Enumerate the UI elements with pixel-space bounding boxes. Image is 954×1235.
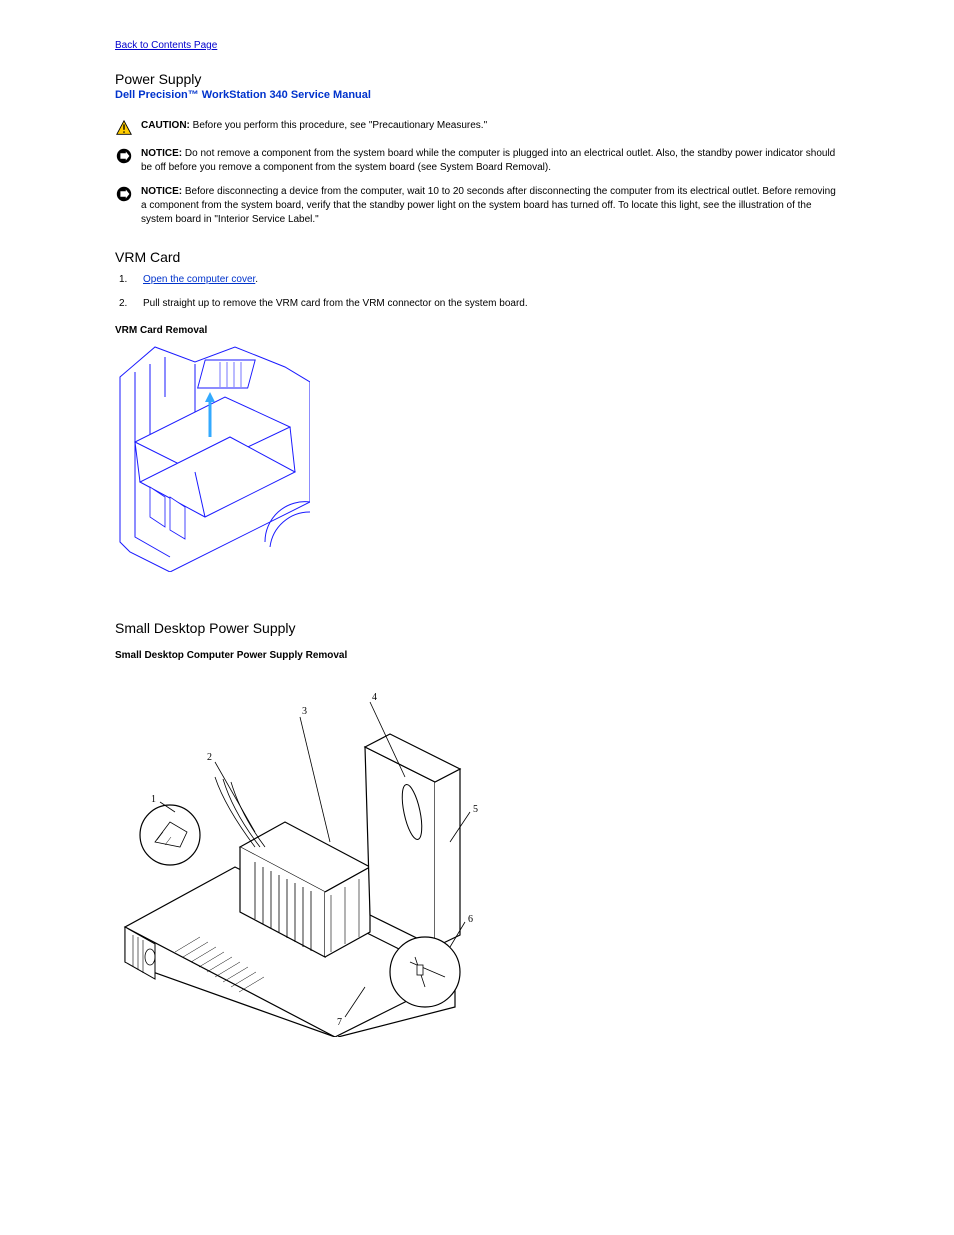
- svg-text:5: 5: [473, 804, 478, 815]
- sdps-section-title: Small Desktop Power Supply: [115, 620, 839, 636]
- notice1-label: NOTICE:: [141, 148, 182, 159]
- svg-text:7: 7: [337, 1017, 342, 1028]
- vrm-figure-caption: VRM Card Removal: [115, 325, 839, 336]
- caution-row: CAUTION: Before you perform this procedu…: [115, 119, 839, 137]
- svg-text:4: 4: [372, 692, 377, 703]
- caution-label: CAUTION:: [141, 120, 190, 131]
- step1-post: .: [255, 274, 258, 285]
- svg-text:3: 3: [302, 706, 307, 717]
- step-number: 2.: [119, 297, 127, 311]
- list-item: 2. Pull straight up to remove the VRM ca…: [115, 297, 839, 311]
- page-title: Power Supply: [115, 71, 839, 87]
- notice2-label: NOTICE:: [141, 186, 182, 197]
- sdps-figure-caption: Small Desktop Computer Power Supply Remo…: [115, 650, 839, 661]
- notice1-text: NOTICE: Do not remove a component from t…: [141, 147, 839, 175]
- svg-text:6: 6: [468, 914, 473, 925]
- sdps-diagram: 1 2 3 4 5 6 7: [115, 667, 485, 1037]
- caution-text: CAUTION: Before you perform this procedu…: [141, 119, 487, 133]
- notice1-row: NOTICE: Do not remove a component from t…: [115, 147, 839, 175]
- step2-text: Pull straight up to remove the VRM card …: [143, 298, 528, 309]
- notice2-row: NOTICE: Before disconnecting a device fr…: [115, 185, 839, 227]
- notice1-body: Do not remove a component from the syste…: [141, 148, 835, 173]
- open-cover-link[interactable]: Open the computer cover: [143, 274, 255, 285]
- vrm-diagram: [115, 342, 310, 572]
- notice-icon: [115, 147, 133, 165]
- step-number: 1.: [119, 273, 127, 287]
- notice2-text: NOTICE: Before disconnecting a device fr…: [141, 185, 839, 227]
- vrm-section-title: VRM Card: [115, 249, 839, 265]
- caution-body: Before you perform this procedure, see "…: [190, 120, 487, 131]
- manual-title: Dell Precision™ WorkStation 340 Service …: [115, 89, 839, 101]
- caution-icon: [115, 119, 133, 137]
- list-item: 1. Open the computer cover.: [115, 273, 839, 287]
- notice2-body: Before disconnecting a device from the c…: [141, 186, 836, 225]
- vrm-steps: 1. Open the computer cover. 2. Pull stra…: [115, 273, 839, 311]
- svg-text:1: 1: [151, 794, 156, 805]
- back-link[interactable]: Back to Contents Page: [115, 40, 217, 51]
- svg-text:2: 2: [207, 752, 212, 763]
- notice-icon: [115, 185, 133, 203]
